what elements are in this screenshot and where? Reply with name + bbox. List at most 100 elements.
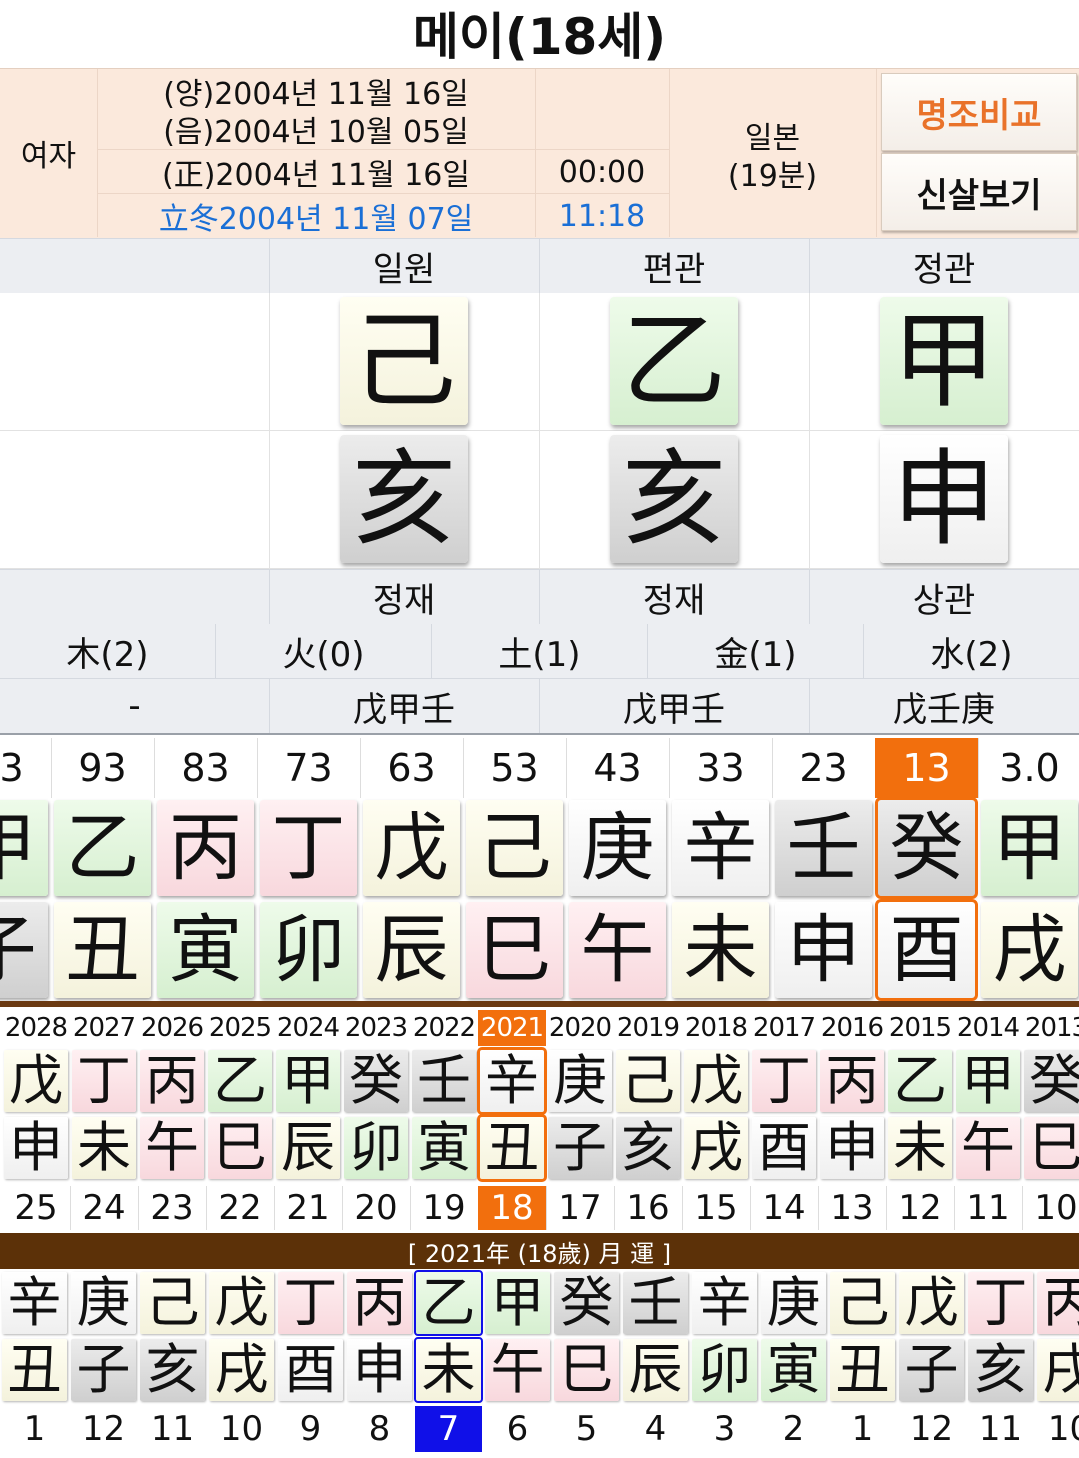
month-number[interactable]: 10	[1036, 1406, 1079, 1452]
yearly-branch[interactable]: 午	[140, 1117, 204, 1179]
month-number[interactable]: 5	[553, 1406, 620, 1452]
yearly-age[interactable]: 21	[274, 1186, 343, 1230]
monthly-branch[interactable]: 戌	[209, 1339, 274, 1401]
month-number[interactable]: 7	[415, 1406, 482, 1452]
monthly-stem[interactable]: 庚	[761, 1272, 826, 1334]
yearly-age[interactable]: 23	[138, 1186, 207, 1230]
month-number[interactable]: 10	[208, 1406, 275, 1452]
monthly-branch[interactable]: 未	[414, 1337, 483, 1403]
great-luck-stem[interactable]: 己	[466, 800, 563, 896]
yearly-stem[interactable]: 癸	[344, 1050, 408, 1112]
monthly-stem[interactable]: 丁	[278, 1272, 343, 1334]
year-label[interactable]: 2015	[886, 1010, 954, 1046]
great-luck-branch[interactable]: 酉	[875, 899, 978, 1001]
great-luck-branch[interactable]: 丑	[54, 902, 151, 998]
yearly-branch[interactable]: 巳	[1024, 1117, 1079, 1179]
great-luck-branch[interactable]: 未	[672, 902, 769, 998]
day-stem-tile[interactable]: 己	[340, 297, 468, 425]
monthly-branch[interactable]: 巳	[554, 1339, 619, 1401]
yearly-branch[interactable]: 寅	[412, 1117, 476, 1179]
day-branch-tile[interactable]: 亥	[340, 435, 468, 563]
monthly-stem[interactable]: 丁	[968, 1272, 1033, 1334]
view-sinsal-button[interactable]: 신살보기	[881, 153, 1077, 231]
month-number[interactable]: 3	[691, 1406, 758, 1452]
year-label[interactable]: 2019	[614, 1010, 682, 1046]
yearly-stem[interactable]: 丙	[140, 1050, 204, 1112]
year-label[interactable]: 2020	[546, 1010, 614, 1046]
yearly-stem[interactable]: 甲	[276, 1050, 340, 1112]
great-luck-branch[interactable]: 巳	[466, 902, 563, 998]
monthly-stem[interactable]: 丙	[347, 1272, 412, 1334]
yearly-branch[interactable]: 申	[4, 1117, 68, 1179]
yearly-branch[interactable]: 丑	[477, 1114, 547, 1182]
monthly-stem[interactable]: 戊	[899, 1272, 964, 1334]
yearly-stem[interactable]: 丁	[72, 1050, 136, 1112]
month-number[interactable]: 6	[484, 1406, 551, 1452]
monthly-branch[interactable]: 亥	[968, 1339, 1033, 1401]
month-number[interactable]: 1	[829, 1406, 896, 1452]
monthly-branch[interactable]: 酉	[278, 1339, 343, 1401]
monthly-stem[interactable]: 己	[830, 1272, 895, 1334]
year-label[interactable]: 2024	[274, 1010, 342, 1046]
year-label[interactable]: 2025	[206, 1010, 274, 1046]
monthly-branch[interactable]: 丑	[830, 1339, 895, 1401]
yearly-branch[interactable]: 酉	[752, 1117, 816, 1179]
yearly-branch[interactable]: 戌	[684, 1117, 748, 1179]
month-number[interactable]: 9	[277, 1406, 344, 1452]
month-number[interactable]: 2	[760, 1406, 827, 1452]
yearly-branch[interactable]: 申	[820, 1117, 884, 1179]
yearly-stem[interactable]: 戊	[4, 1050, 68, 1112]
yearly-branch[interactable]: 巳	[208, 1117, 272, 1179]
month-number[interactable]: 4	[622, 1406, 689, 1452]
yearly-age[interactable]: 18	[478, 1186, 547, 1230]
monthly-stem[interactable]: 丙	[1037, 1272, 1079, 1334]
month-number[interactable]: 8	[346, 1406, 413, 1452]
yearly-age[interactable]: 17	[546, 1186, 615, 1230]
yearly-stem[interactable]: 戊	[684, 1050, 748, 1112]
yearly-stem[interactable]: 辛	[477, 1047, 547, 1115]
great-luck-stem[interactable]: 癸	[875, 797, 978, 899]
yearly-branch[interactable]: 未	[888, 1117, 952, 1179]
great-luck-stem[interactable]: 戊	[363, 800, 460, 896]
great-luck-branch[interactable]: 寅	[157, 902, 254, 998]
yearly-branch[interactable]: 子	[548, 1117, 612, 1179]
month-stem-tile[interactable]: 乙	[610, 297, 738, 425]
great-luck-branch[interactable]: 子	[0, 902, 48, 998]
great-luck-branch[interactable]: 戌	[981, 902, 1078, 998]
monthly-branch[interactable]: 申	[347, 1339, 412, 1401]
monthly-branch[interactable]: 丑	[2, 1339, 67, 1401]
great-luck-stem[interactable]: 庚	[569, 800, 666, 896]
monthly-branch[interactable]: 子	[899, 1339, 964, 1401]
yearly-age[interactable]: 12	[886, 1186, 955, 1230]
year-stem-tile[interactable]: 甲	[880, 297, 1008, 425]
yearly-stem[interactable]: 壬	[412, 1050, 476, 1112]
great-luck-age[interactable]: 3.0	[978, 738, 1079, 798]
yearly-age[interactable]: 19	[410, 1186, 479, 1230]
great-luck-stem[interactable]: 乙	[54, 800, 151, 896]
yearly-age[interactable]: 11	[954, 1186, 1023, 1230]
year-label[interactable]: 2016	[818, 1010, 886, 1046]
great-luck-stem[interactable]: 壬	[775, 800, 872, 896]
great-luck-stem[interactable]: 丙	[157, 800, 254, 896]
monthly-stem[interactable]: 庚	[71, 1272, 136, 1334]
great-luck-branch[interactable]: 辰	[363, 902, 460, 998]
great-luck-age[interactable]: 93	[51, 738, 155, 798]
great-luck-age[interactable]: 63	[360, 738, 464, 798]
month-number[interactable]: 11	[139, 1406, 206, 1452]
yearly-stem[interactable]: 乙	[888, 1050, 952, 1112]
great-luck-stem[interactable]: 甲	[981, 800, 1078, 896]
yearly-age[interactable]: 20	[342, 1186, 411, 1230]
great-luck-age[interactable]: 83	[154, 738, 258, 798]
monthly-stem[interactable]: 辛	[692, 1272, 757, 1334]
monthly-stem[interactable]: 癸	[554, 1272, 619, 1334]
monthly-stem[interactable]: 壬	[623, 1272, 688, 1334]
yearly-stem[interactable]: 甲	[956, 1050, 1020, 1112]
yearly-age[interactable]: 25	[2, 1186, 71, 1230]
yearly-age[interactable]: 14	[750, 1186, 819, 1230]
month-number[interactable]: 12	[898, 1406, 965, 1452]
great-luck-branch[interactable]: 申	[775, 902, 872, 998]
year-label[interactable]: 2014	[954, 1010, 1022, 1046]
year-label[interactable]: 2028	[2, 1010, 70, 1046]
yearly-stem[interactable]: 乙	[208, 1050, 272, 1112]
great-luck-age[interactable]: 23	[772, 738, 876, 798]
